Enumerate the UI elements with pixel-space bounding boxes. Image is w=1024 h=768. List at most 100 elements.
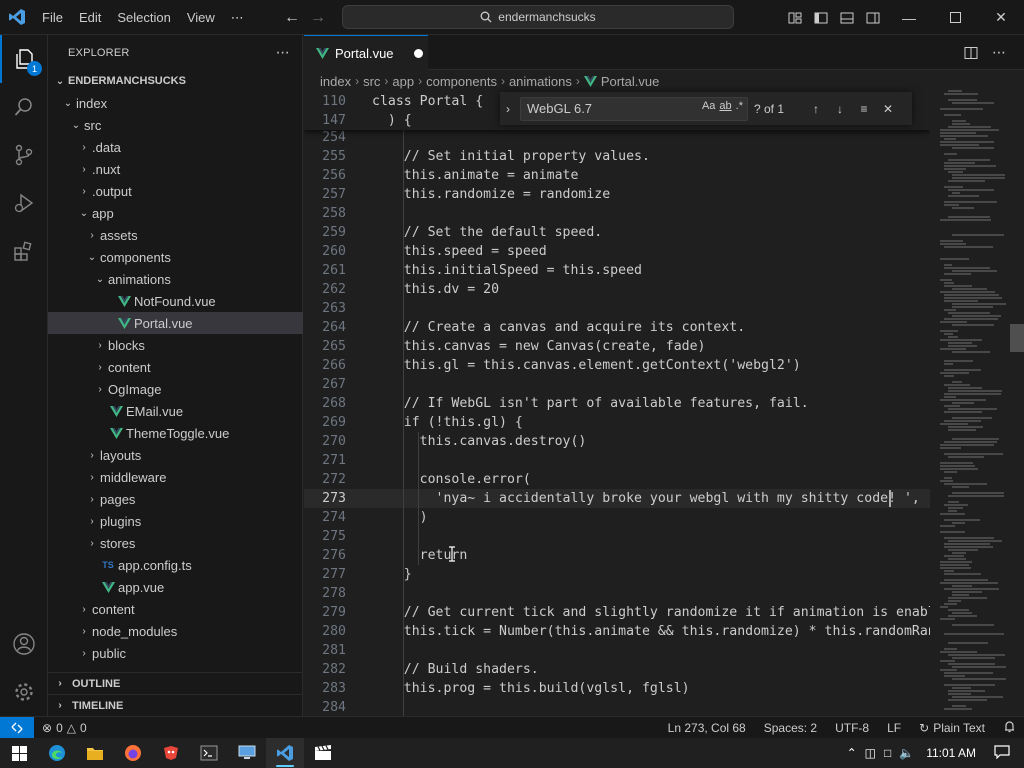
tree-folder[interactable]: ⌄ src [48,114,303,136]
code-line[interactable]: 275 [304,527,930,546]
code-line[interactable]: 261 this.initialSpeed = this.speed [304,261,930,280]
split-editor-icon[interactable] [958,40,984,66]
code-line[interactable]: 264 // Create a canvas and acquire its c… [304,318,930,337]
tree-folder[interactable]: ⌄ animations [48,268,303,290]
code-line[interactable]: 259 // Set the default speed. [304,223,930,242]
volume-icon[interactable]: 🔈 [899,746,914,760]
code-editor[interactable]: 110 class Portal {147 ) { 254 255 // Set i… [304,92,930,716]
edge-browser-icon[interactable] [38,738,76,768]
tree-folder[interactable]: › content [48,356,303,378]
tree-folder[interactable]: › node_modules [48,620,303,642]
toggle-secondary-sidebar-icon[interactable] [860,0,886,35]
tree-folder[interactable]: › .data [48,136,303,158]
code-line[interactable]: 280 this.tick = Number(this.animate && t… [304,622,930,641]
search-view-icon[interactable] [0,83,48,131]
workspace-root[interactable]: ⌄ ENDERMANCHSUCKS [48,70,303,92]
scrollbar-thumb[interactable] [1010,324,1024,352]
timeline-section[interactable]: › TIMELINE [48,694,303,716]
tree-folder[interactable]: › public [48,642,303,664]
tree-file[interactable]: EMail.vue [48,400,303,422]
tree-folder[interactable]: › middleware [48,466,303,488]
more-actions-icon[interactable]: ⋯ [276,44,290,61]
breadcrumb-item[interactable]: index [320,74,351,89]
close-window-icon[interactable]: ✕ [978,0,1024,35]
use-regex-toggle[interactable]: .* [736,100,743,112]
notifications-icon[interactable] [994,744,1010,762]
settings-gear-icon[interactable] [0,668,48,716]
menu-view[interactable]: View [179,0,223,35]
code-line[interactable]: 265 this.canvas = new Canvas(create, fad… [304,337,930,356]
tree-folder[interactable]: › plugins [48,510,303,532]
source-control-icon[interactable] [0,131,48,179]
code-line[interactable]: 282 // Build shaders. [304,660,930,679]
toggle-panel-icon[interactable] [834,0,860,35]
breadcrumb-item[interactable]: app [392,74,414,89]
code-line[interactable]: 271 [304,451,930,470]
minimize-icon[interactable]: — [886,0,932,35]
code-line[interactable]: 279 // Get current tick and slightly ran… [304,603,930,622]
code-line[interactable]: 274 ) [304,508,930,527]
code-line[interactable]: 281 [304,641,930,660]
code-line[interactable]: 284 [304,698,930,716]
windows-start-icon[interactable] [0,738,38,768]
code-line[interactable]: 272 console.error( [304,470,930,489]
close-find-icon[interactable]: ✕ [876,97,900,121]
clock-time[interactable]: 11:01 AM [926,746,976,760]
match-whole-word-toggle[interactable]: ab [719,100,731,112]
previous-match-arrow-icon[interactable]: ↑ [804,97,828,121]
back-arrow-icon[interactable]: ← [284,9,300,27]
tree-folder[interactable]: ⌄ index [48,92,303,114]
git-client-icon[interactable] [152,738,190,768]
tree-folder[interactable]: › content [48,598,303,620]
command-center-search[interactable]: endermanchsucks [342,5,734,29]
code-line[interactable]: 262 this.dv = 20 [304,280,930,299]
problems-indicator[interactable]: ⊗ 0 △ 0 [34,721,87,735]
outline-section[interactable]: › OUTLINE [48,672,303,694]
vertical-scrollbar[interactable] [1010,92,1024,716]
code-line[interactable]: 267 [304,375,930,394]
tree-folder[interactable]: ⌄ components [48,246,303,268]
next-match-arrow-icon[interactable]: ↓ [828,97,852,121]
code-line[interactable]: 254 [304,128,930,147]
code-line[interactable]: 268 // If WebGL isn't part of available … [304,394,930,413]
code-line[interactable]: 273 'nya~ i accidentally broke your webg… [304,489,930,508]
tree-folder[interactable]: › OgImage [48,378,303,400]
code-line[interactable]: 277 } [304,565,930,584]
tree-file[interactable]: ThemeToggle.vue [48,422,303,444]
firefox-icon[interactable] [114,738,152,768]
accounts-icon[interactable] [0,620,48,668]
audio-device-icon[interactable]: ◫ [865,746,876,760]
breadcrumb-item[interactable]: animations [509,74,572,89]
code-line[interactable]: 266 this.gl = this.canvas.element.getCon… [304,356,930,375]
tree-folder[interactable]: ⌄ app [48,202,303,224]
match-case-toggle[interactable]: Aa [702,100,715,112]
tab-portal-vue[interactable]: Portal.vue [304,35,428,70]
tree-folder[interactable]: › .output [48,180,303,202]
end-of-line[interactable]: LF [887,721,901,735]
explorer-icon[interactable]: 1 [0,35,48,83]
menu-file[interactable]: File [34,0,71,35]
tree-file[interactable]: app.vue [48,576,303,598]
toggle-replace-chevron-icon[interactable]: › [500,92,516,125]
find-input[interactable]: WebGL 6.7 Aa ab .* [520,96,748,121]
network-icon[interactable]: □ [884,746,891,760]
tree-file[interactable]: NotFound.vue [48,290,303,312]
clapperboard-app-icon[interactable] [304,738,342,768]
file-encoding[interactable]: UTF-8 [835,721,869,735]
code-line[interactable]: 257 this.randomize = randomize [304,185,930,204]
menu-more[interactable]: ⋯ [223,0,252,35]
tree-folder[interactable]: › layouts [48,444,303,466]
code-line[interactable]: 256 this.animate = animate [304,166,930,185]
menu-edit[interactable]: Edit [71,0,109,35]
notifications-bell-icon[interactable] [1003,720,1016,736]
file-explorer-icon[interactable] [76,738,114,768]
code-line[interactable]: 255 // Set initial property values. [304,147,930,166]
run-debug-icon[interactable] [0,179,48,227]
tree-folder[interactable]: › blocks [48,334,303,356]
tree-folder[interactable]: › pages [48,488,303,510]
code-line[interactable]: 269 if (!this.gl) { [304,413,930,432]
find-in-selection-icon[interactable]: ≡ [852,97,876,121]
code-line[interactable]: 263 [304,299,930,318]
code-line[interactable]: 283 this.prog = this.build(vglsl, fglsl) [304,679,930,698]
language-mode[interactable]: ↻ Plain Text [919,721,985,735]
